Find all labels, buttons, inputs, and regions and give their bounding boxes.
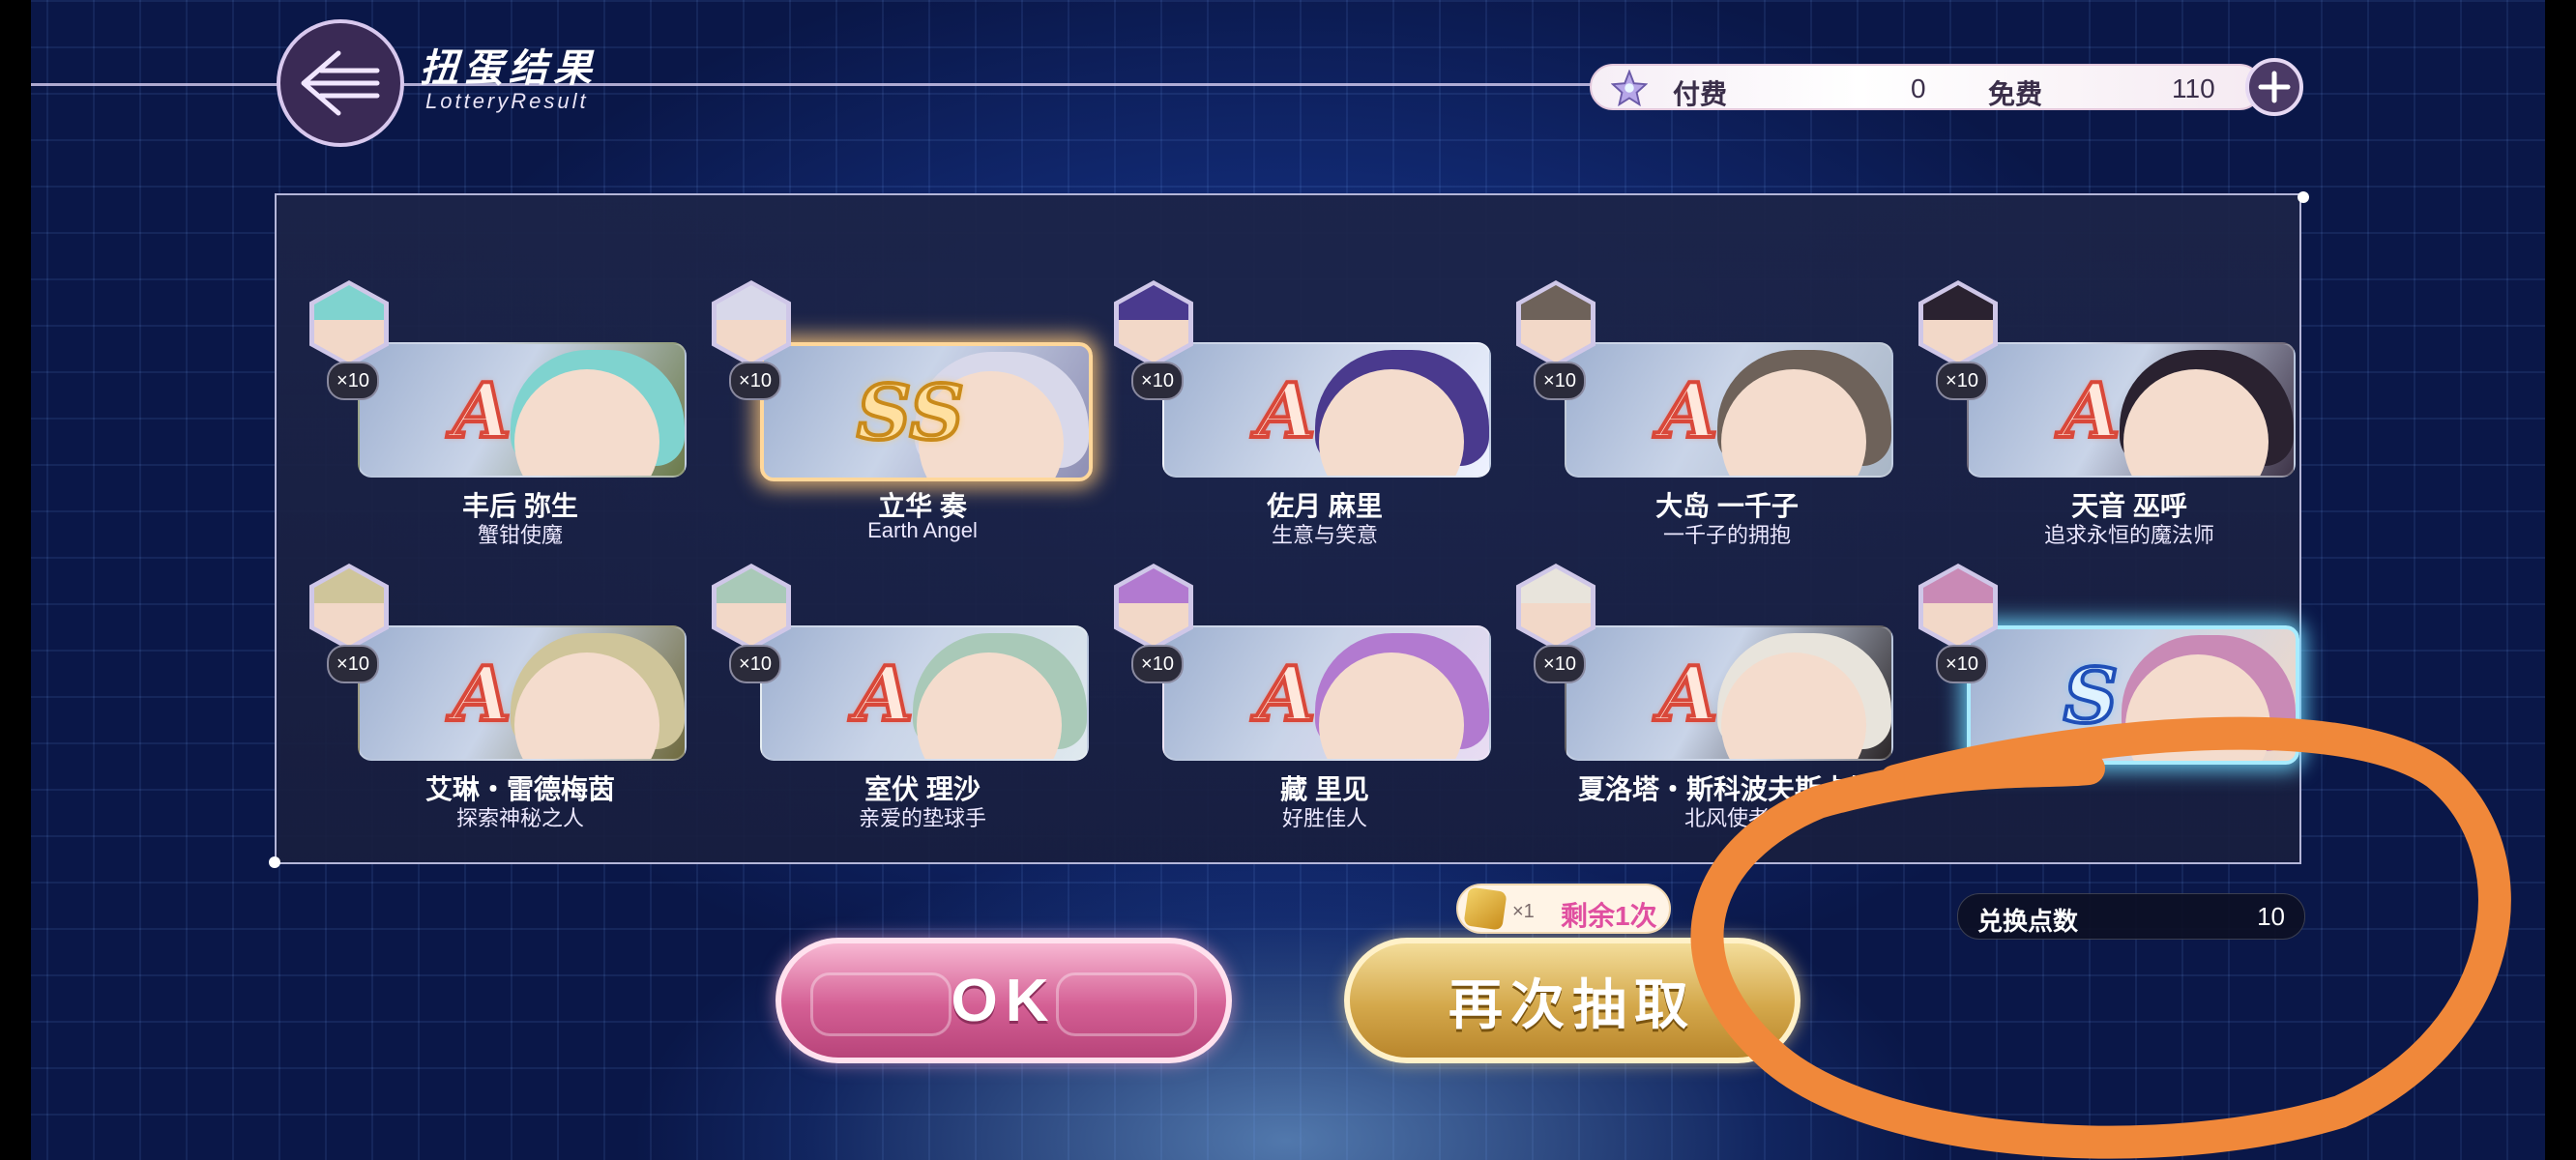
quantity-badge: ×10 (729, 645, 781, 683)
rarity-rank: A (853, 649, 916, 740)
back-button[interactable] (277, 19, 404, 147)
star-gem-icon (1611, 70, 1648, 106)
quantity-badge: ×10 (1936, 362, 1988, 400)
remaining-draws-badge: ×1 剩余1次 (1456, 884, 1671, 934)
page-subtitle: LotteryResult (425, 89, 589, 113)
character-title: 追求永恒的魔法师 (2043, 523, 2214, 547)
remaining-draws-text: 剩余1次 (1561, 901, 1657, 931)
draw-again-label: 再次抽取 (1449, 973, 1696, 1035)
rarity-rank: A (1255, 649, 1318, 740)
rarity-rank: A (1657, 365, 1720, 457)
result-card[interactable]: S ×10 (1918, 564, 2299, 834)
character-art: SS (760, 342, 1093, 481)
character-art: A (1162, 625, 1491, 761)
character-art: A (1162, 342, 1491, 478)
result-card[interactable]: A ×10 佐月 麻里 生意与笑意 (1114, 280, 1491, 551)
exchange-points-label: 兑换点数 (1977, 907, 2079, 936)
paid-value: 0 (1911, 73, 1926, 103)
quantity-badge: ×10 (327, 645, 379, 683)
result-card[interactable]: A ×10 天音 巫呼 追求永恒的魔法师 (1918, 280, 2296, 551)
rarity-rank: A (451, 365, 513, 457)
quantity-badge: ×10 (1534, 645, 1586, 683)
character-portrait (717, 568, 786, 646)
character-portrait (1923, 568, 1993, 646)
rarity-rank: SS (855, 367, 966, 459)
character-title: 一千子的拥抱 (1662, 523, 1791, 547)
character-title: 亲爱的垫球手 (858, 806, 986, 830)
character-art: A (760, 625, 1089, 761)
character-art: A (1967, 342, 2296, 478)
character-title: 探索神秘之人 (455, 806, 584, 830)
rarity-rank: A (2060, 365, 2122, 457)
character-portrait (1923, 285, 1993, 362)
ok-button[interactable]: OK (776, 938, 1232, 1063)
quantity-badge: ×10 (1534, 362, 1586, 400)
rarity-rank: S (2062, 651, 2120, 742)
panel-corner-dot (2298, 191, 2309, 203)
character-portrait (1521, 568, 1591, 646)
quantity-badge: ×10 (327, 362, 379, 400)
character-portrait (1119, 285, 1188, 362)
button-decoration (810, 972, 951, 1036)
character-portrait (314, 285, 384, 362)
rarity-rank: A (1657, 649, 1720, 740)
quantity-badge: ×10 (1936, 645, 1988, 683)
quantity-badge: ×10 (1131, 362, 1184, 400)
panel-corner-dot (269, 856, 280, 868)
draw-again-button[interactable]: 再次抽取 (1344, 938, 1800, 1063)
character-art: S (1967, 625, 2299, 765)
result-card[interactable]: A ×10 室伏 理沙 亲爱的垫球手 (712, 564, 1089, 834)
character-portrait (314, 568, 384, 646)
exchange-points: 兑换点数 10 (1957, 893, 2305, 940)
result-card[interactable]: A ×10 夏洛塔・斯科波夫斯卡娅 北风使者 (1516, 564, 1893, 834)
ok-label: OK (951, 967, 1057, 1034)
character-art: A (1565, 342, 1893, 478)
result-card[interactable]: A ×10 丰后 弥生 蟹钳使魔 (309, 280, 687, 551)
button-decoration (1056, 972, 1197, 1036)
screen-edge-right (2545, 0, 2576, 1160)
currency-bar: 付费 0 免费 110 (1590, 64, 2263, 110)
header-divider (31, 83, 1617, 86)
page-title: 扭蛋结果 (420, 47, 598, 90)
rarity-rank: A (451, 649, 513, 740)
free-value: 110 (2172, 73, 2215, 103)
quantity-badge: ×10 (729, 362, 781, 400)
screen-edge-left (0, 0, 31, 1160)
result-card[interactable]: A ×10 艾琳・雷德梅茵 探索神秘之人 (309, 564, 687, 834)
character-title: Earth Angel (867, 518, 978, 542)
ticket-count: ×1 (1512, 901, 1535, 922)
ticket-icon (1463, 886, 1508, 931)
plus-icon (2258, 71, 2291, 103)
character-art: A (1565, 625, 1893, 761)
quantity-badge: ×10 (1131, 645, 1184, 683)
character-portrait (1521, 285, 1591, 362)
free-label: 免费 (1988, 79, 2043, 109)
character-title: 好胜佳人 (1281, 806, 1367, 830)
character-portrait (717, 285, 786, 362)
result-card[interactable]: A ×10 大岛 一千子 一千子的拥抱 (1516, 280, 1893, 551)
character-title: 蟹钳使魔 (477, 523, 563, 547)
rarity-rank: A (1255, 365, 1318, 457)
character-portrait (1119, 568, 1188, 646)
character-art: A (358, 625, 687, 761)
back-arrow-icon (301, 50, 380, 116)
character-title: 北风使者 (1683, 806, 1770, 830)
character-title: 生意与笑意 (1271, 523, 1378, 547)
add-currency-button[interactable] (2245, 58, 2303, 116)
exchange-points-value: 10 (2257, 902, 2285, 931)
paid-label: 付费 (1673, 79, 1728, 109)
result-card[interactable]: SS ×10 立华 奏 Earth Angel (712, 280, 1093, 551)
result-card[interactable]: A ×10 藏 里见 好胜佳人 (1114, 564, 1491, 834)
character-art: A (358, 342, 687, 478)
